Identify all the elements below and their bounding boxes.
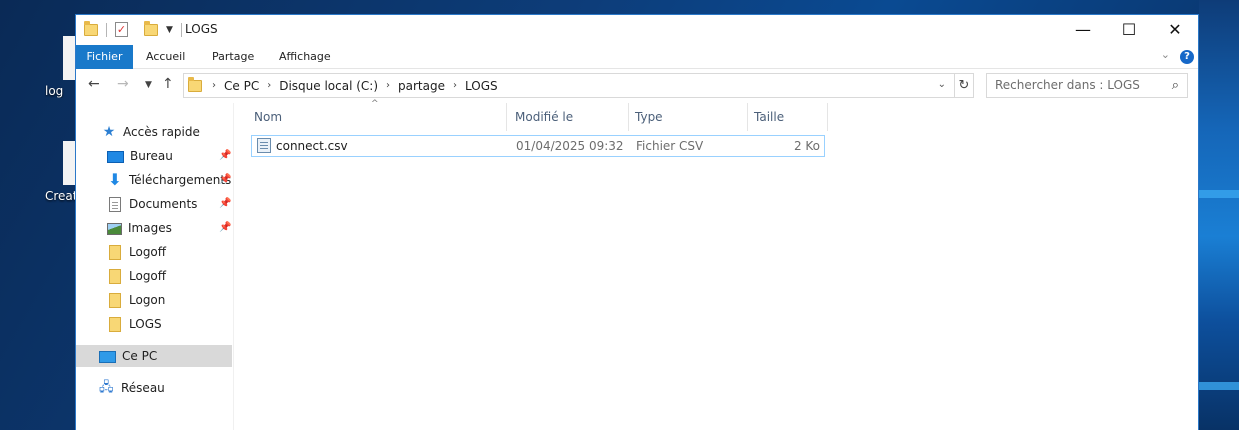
nav-label: Documents xyxy=(129,197,198,211)
nav-item-bureau[interactable]: Bureau 📌 xyxy=(107,145,232,167)
nav-label: Logoff xyxy=(129,245,167,259)
desktop-icon-label: log xyxy=(45,84,64,98)
quick-access-toolbar: ✓ ▼ xyxy=(84,20,190,37)
picture-icon xyxy=(107,223,122,235)
file-list: ^ Nom Modifié le Type Taille connect.csv… xyxy=(234,99,1198,430)
ribbon-tabs: Fichier Accueil Partage Affichage ⌄ ? xyxy=(76,45,1198,69)
folder-icon xyxy=(109,244,121,260)
expand-ribbon-icon[interactable]: ⌄ xyxy=(1161,48,1170,61)
breadcrumb-disque-local[interactable]: Disque local (C:) xyxy=(279,79,378,93)
properties-icon[interactable]: ✓ xyxy=(115,22,128,37)
tab-fichier[interactable]: Fichier xyxy=(76,45,133,69)
new-folder-icon[interactable] xyxy=(144,20,158,36)
folder-icon xyxy=(109,316,121,332)
explorer-window: ✓ ▼ LOGS — ☐ ✕ Fichier Accueil Partage A… xyxy=(75,14,1199,430)
nav-item-folder[interactable]: Logoff xyxy=(107,241,166,263)
minimize-button[interactable]: — xyxy=(1060,15,1106,45)
chevron-right-icon[interactable]: › xyxy=(453,80,457,91)
folder-icon xyxy=(109,292,121,308)
pin-icon[interactable]: 📌 xyxy=(219,193,231,215)
maximize-button[interactable]: ☐ xyxy=(1106,15,1152,45)
nav-item-quick-access[interactable]: ★ Accès rapide xyxy=(101,121,200,143)
back-arrow-icon[interactable]: ← xyxy=(88,76,100,92)
nav-item-telechargements[interactable]: ⬇ Téléchargements 📌 xyxy=(107,169,232,191)
forward-arrow-icon[interactable]: → xyxy=(117,76,129,92)
desktop-icon[interactable]: log xyxy=(45,36,75,98)
folder-icon xyxy=(84,20,98,36)
desktop-wallpaper xyxy=(1199,0,1239,430)
file-modified: 01/04/2025 09:32 xyxy=(516,139,624,153)
pin-icon[interactable]: 📌 xyxy=(219,169,231,191)
pin-icon[interactable]: 📌 xyxy=(219,217,231,239)
nav-item-folder[interactable]: LOGS xyxy=(107,313,162,335)
separator xyxy=(106,22,107,37)
tab-accueil[interactable]: Accueil xyxy=(146,45,185,69)
nav-label: Logoff xyxy=(129,269,167,283)
up-arrow-icon[interactable]: ↑ xyxy=(162,76,174,92)
search-placeholder: Rechercher dans : LOGS xyxy=(995,78,1140,92)
pin-icon[interactable]: 📌 xyxy=(219,145,231,167)
separator xyxy=(180,22,182,37)
navigation-pane: ★ Accès rapide Bureau 📌 ⬇ Téléchargement… xyxy=(76,103,234,430)
search-input[interactable]: Rechercher dans : LOGS ⌕ xyxy=(986,73,1188,98)
column-header-name[interactable]: Nom xyxy=(248,103,507,131)
column-header-size[interactable]: Taille xyxy=(748,103,828,131)
title-bar: ✓ ▼ LOGS — ☐ ✕ xyxy=(76,15,1198,45)
chevron-down-icon[interactable]: ⌄ xyxy=(938,79,946,90)
nav-item-folder[interactable]: Logon xyxy=(107,289,165,311)
customize-dropdown-icon[interactable]: ▼ xyxy=(166,25,173,35)
file-icon xyxy=(63,141,75,185)
folder-icon xyxy=(188,76,202,92)
chevron-right-icon[interactable]: › xyxy=(386,80,390,91)
desktop-icon[interactable]: Creat xyxy=(45,141,75,203)
close-button[interactable]: ✕ xyxy=(1152,15,1198,45)
nav-label: Réseau xyxy=(121,381,165,395)
nav-label: Logon xyxy=(129,293,166,307)
nav-item-documents[interactable]: Documents 📌 xyxy=(107,193,232,215)
column-header-type[interactable]: Type xyxy=(629,103,748,131)
window-title: LOGS xyxy=(185,22,218,36)
download-icon: ⬇ xyxy=(108,170,122,189)
nav-label: Accès rapide xyxy=(123,125,200,139)
tab-affichage[interactable]: Affichage xyxy=(279,45,331,69)
desktop-icon-label: Creat xyxy=(45,189,75,203)
chevron-right-icon[interactable]: › xyxy=(212,80,216,91)
table-row[interactable]: connect.csv 01/04/2025 09:32 Fichier CSV… xyxy=(251,135,825,157)
nav-label: Téléchargements xyxy=(129,173,232,187)
folder-icon xyxy=(109,268,121,284)
search-icon: ⌕ xyxy=(1171,78,1179,93)
wallpaper-light-beam xyxy=(1199,382,1239,390)
network-icon: 🖧 xyxy=(99,380,114,395)
nav-item-folder[interactable]: Logoff xyxy=(107,265,166,287)
desktop-icon xyxy=(107,151,124,163)
breadcrumb-ce-pc[interactable]: Ce PC xyxy=(224,79,259,93)
chevron-right-icon[interactable]: › xyxy=(267,80,271,91)
navigation-bar: ← → ▼ ↑ › Ce PC › Disque local (C:) › pa… xyxy=(76,69,1198,103)
computer-icon xyxy=(99,350,116,363)
nav-item-ce-pc[interactable]: Ce PC xyxy=(76,345,232,367)
content-area: ★ Accès rapide Bureau 📌 ⬇ Téléchargement… xyxy=(76,99,1198,430)
csv-file-icon xyxy=(257,138,271,153)
file-type: Fichier CSV xyxy=(636,139,704,153)
file-icon xyxy=(63,36,75,80)
refresh-icon[interactable]: ↻ xyxy=(954,73,974,98)
nav-item-images[interactable]: Images 📌 xyxy=(107,217,232,239)
file-name: connect.csv xyxy=(276,139,348,153)
nav-label: LOGS xyxy=(129,317,162,331)
star-icon: ★ xyxy=(102,124,116,140)
address-bar[interactable]: › Ce PC › Disque local (C:) › partage › … xyxy=(183,73,973,98)
file-size: 2 Ko xyxy=(793,139,820,153)
tab-partage[interactable]: Partage xyxy=(212,45,254,69)
breadcrumb-partage[interactable]: partage xyxy=(398,79,445,93)
help-icon[interactable]: ? xyxy=(1180,50,1194,64)
wallpaper-light-beam xyxy=(1199,190,1239,198)
recent-locations-icon[interactable]: ▼ xyxy=(145,80,152,90)
nav-label: Images xyxy=(128,221,172,235)
nav-label: Bureau xyxy=(130,149,173,163)
document-icon xyxy=(109,196,121,212)
nav-label: Ce PC xyxy=(122,349,158,363)
nav-item-reseau[interactable]: 🖧 Réseau xyxy=(99,377,165,399)
column-header-modified[interactable]: Modifié le xyxy=(509,103,629,131)
breadcrumb-logs[interactable]: LOGS xyxy=(465,79,498,93)
